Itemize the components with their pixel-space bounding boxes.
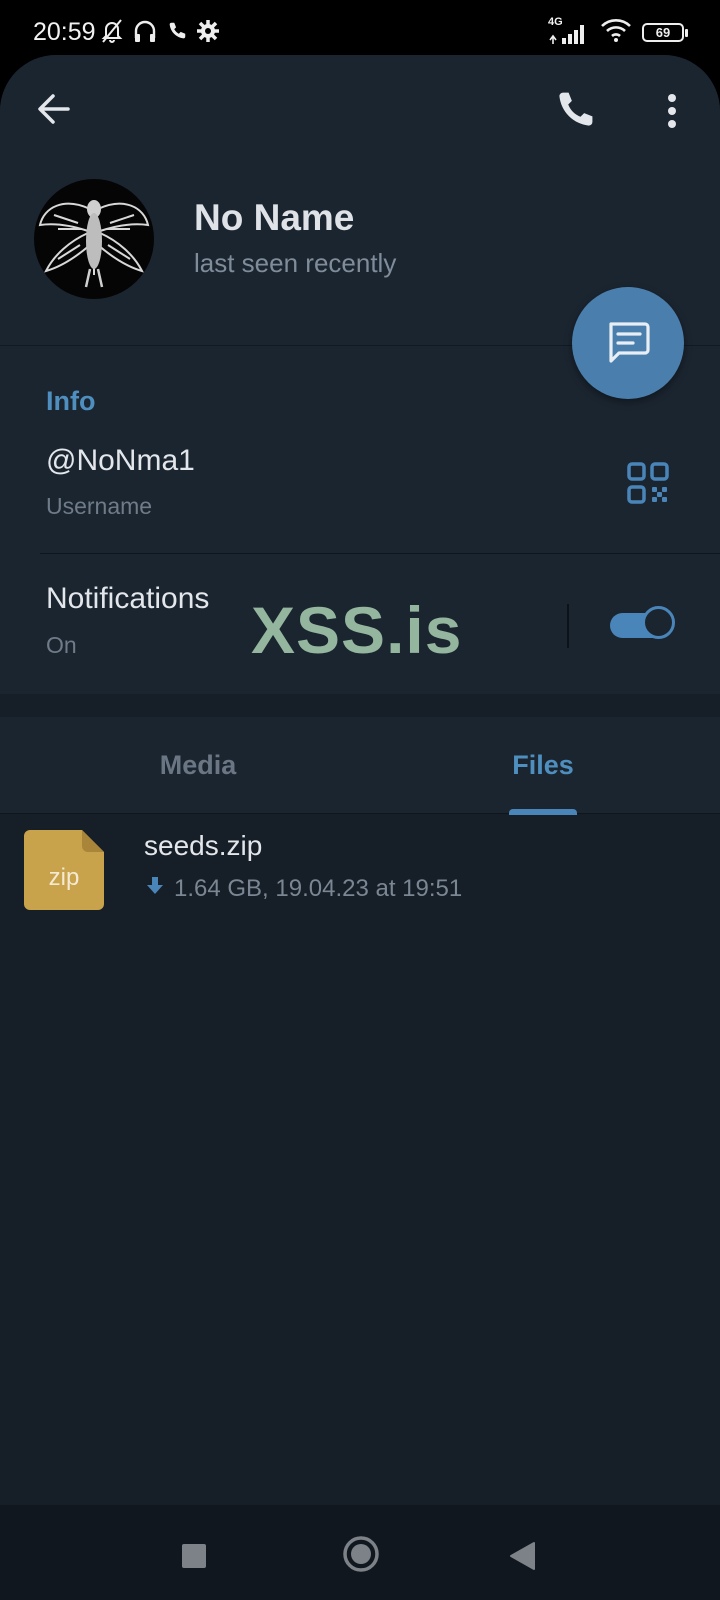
cellular-signal-icon: 4G — [548, 16, 590, 46]
notifications-label[interactable]: Notifications — [46, 582, 209, 616]
moth-avatar-image — [38, 200, 150, 288]
arrow-left-icon — [38, 94, 70, 124]
status-right-icons: 4G 69 — [548, 16, 688, 48]
vertical-separator — [567, 604, 569, 648]
circle-icon — [343, 1536, 379, 1572]
system-nav-bar — [0, 1505, 720, 1600]
wifi-icon — [600, 17, 632, 48]
file-meta: 1.64 GB, 19.04.23 at 19:51 — [146, 875, 462, 903]
more-options-button[interactable] — [650, 89, 694, 133]
status-time: 20:59 — [33, 18, 96, 46]
notifications-value: On — [46, 632, 77, 658]
username-value[interactable]: @NoNma1 — [46, 444, 195, 478]
triangle-back-icon — [510, 1542, 535, 1570]
file-name: seeds.zip — [144, 830, 263, 861]
status-bar: 20:59 4G 69 — [0, 0, 720, 62]
media-tabs: Media Files — [0, 717, 720, 815]
info-section: Info @NoNma1 Username Notifications On X… — [0, 345, 720, 694]
file-meta-text: 1.64 GB, 19.04.23 at 19:51 — [174, 875, 463, 902]
call-button[interactable] — [553, 88, 597, 132]
avatar[interactable] — [34, 179, 154, 299]
message-icon — [609, 322, 650, 363]
notifications-toggle[interactable] — [610, 606, 678, 644]
home-button[interactable] — [342, 1535, 380, 1578]
back-button[interactable] — [34, 89, 74, 129]
toggle-knob — [642, 606, 675, 639]
profile-name: No Name — [194, 197, 355, 238]
tab-indicator — [509, 809, 577, 815]
divider — [40, 553, 720, 554]
watermark: XSS.is — [251, 593, 463, 667]
info-section-title: Info — [46, 386, 96, 416]
username-label: Username — [46, 493, 153, 519]
back-nav-button[interactable] — [508, 1541, 536, 1576]
download-icon[interactable] — [146, 875, 164, 903]
phone-icon — [559, 92, 593, 126]
profile-screen: No Name last seen recently Info @NoNma1 … — [0, 55, 720, 1505]
tab-media[interactable]: Media — [18, 717, 378, 813]
headphones-icon — [132, 18, 158, 49]
more-vertical-icon — [668, 94, 676, 128]
status-left-icons — [100, 18, 220, 49]
square-icon — [182, 1544, 206, 1568]
recents-button[interactable] — [181, 1543, 207, 1574]
qr-code-button[interactable] — [626, 461, 670, 505]
bell-off-icon — [100, 18, 124, 49]
zip-file-icon: zip — [24, 830, 104, 910]
last-seen-status: last seen recently — [194, 248, 397, 278]
send-message-button[interactable] — [572, 287, 684, 399]
file-extension: zip — [49, 864, 80, 891]
battery-indicator: 69 — [642, 23, 688, 42]
tab-files[interactable]: Files — [363, 717, 720, 813]
settings-gear-icon — [196, 19, 220, 48]
qr-code-icon — [627, 462, 669, 504]
phone-status-icon — [166, 20, 188, 47]
list-item[interactable]: zip seeds.zip 1.64 GB, 19.04.23 at 19:51 — [0, 825, 720, 925]
